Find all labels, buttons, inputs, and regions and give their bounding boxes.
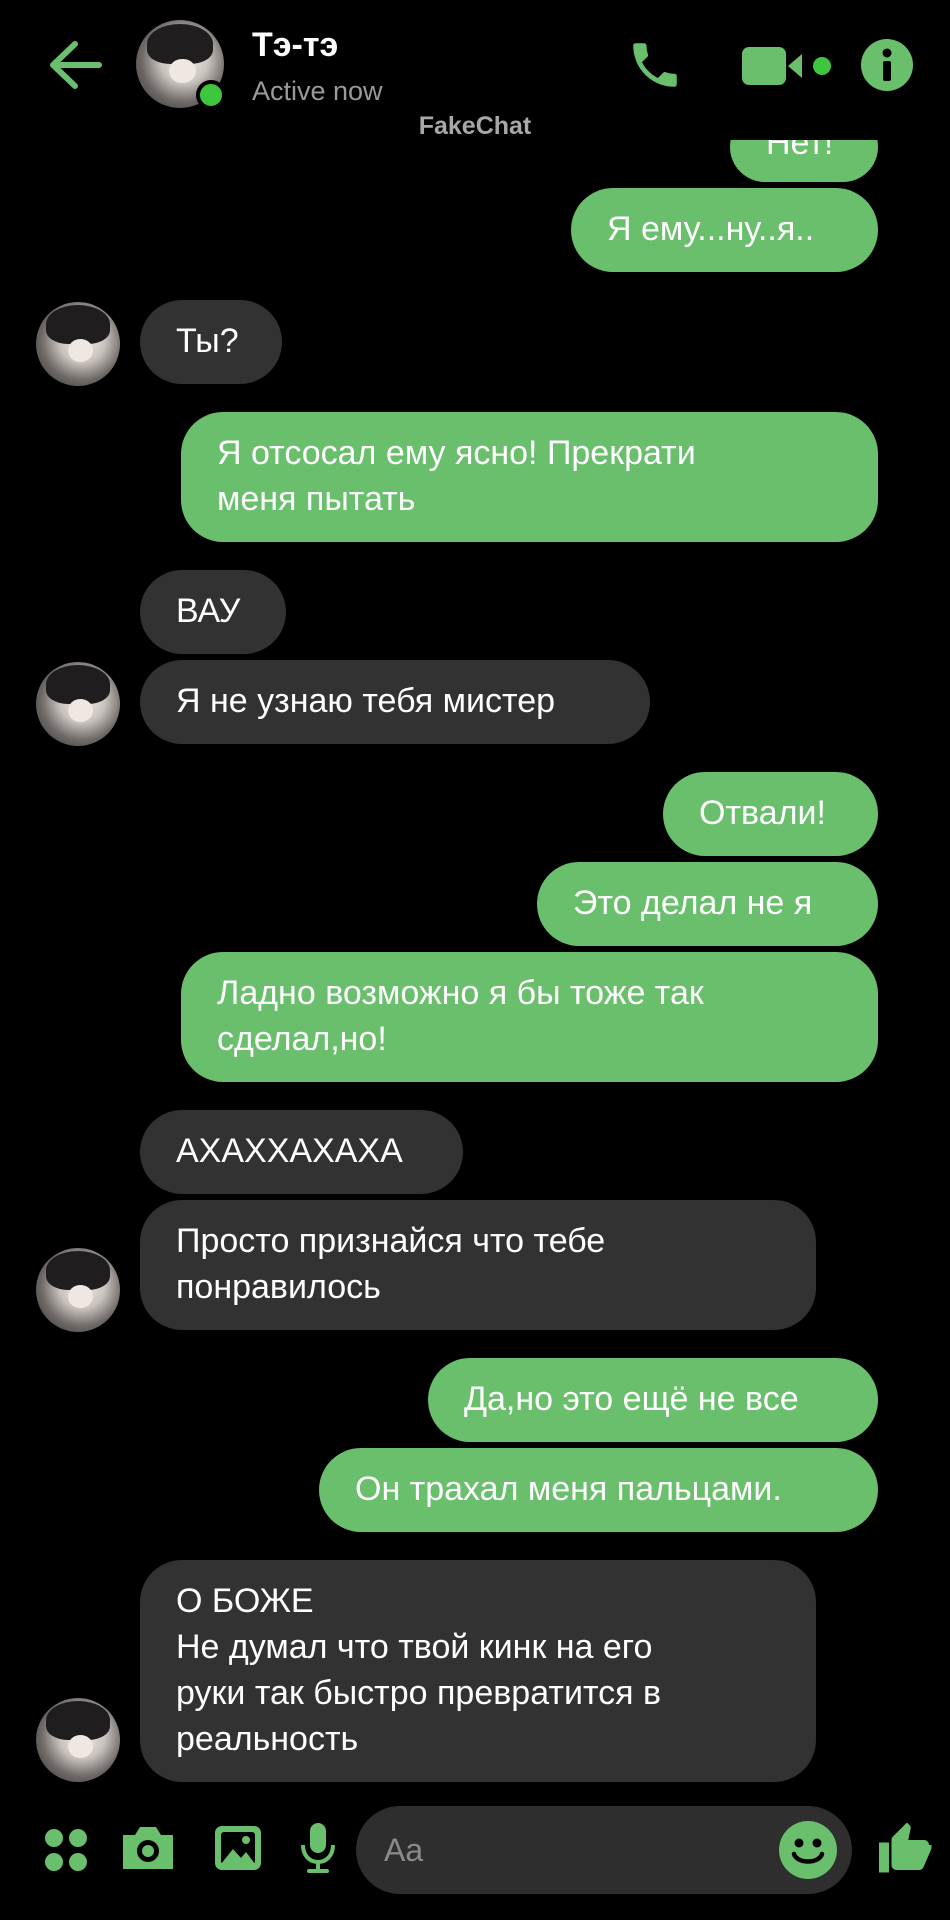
thumbs-up-icon [879,1822,932,1873]
menu-button[interactable] [34,1818,98,1882]
contact-message-avatar [36,662,120,746]
emoji-button[interactable] [774,1816,842,1884]
back-button[interactable] [40,30,110,100]
video-call-button[interactable] [736,36,836,96]
message-bubble-outgoing[interactable]: Да,но это ещё не все [428,1358,878,1442]
avatar-image [36,1698,120,1782]
message-bubble-outgoing[interactable]: Он трахал меня пальцами. [319,1448,878,1532]
microphone-icon [301,1823,335,1873]
image-icon [215,1826,261,1870]
contact-message-avatar [36,1698,120,1782]
smiley-icon [779,1821,837,1879]
gallery-button[interactable] [206,1816,270,1880]
video-camera-icon [742,47,831,85]
message-bubble-incoming[interactable]: Я не узнаю тебя мистер [140,660,650,744]
message-bubble-incoming[interactable]: О БОЖЕ Не думал что твой кинк на его рук… [140,1560,816,1782]
message-bubble-incoming[interactable]: АХАХХАХАХА [140,1110,463,1194]
camera-icon [123,1827,173,1869]
phone-icon [633,43,677,87]
message-input[interactable] [384,1828,764,1872]
voice-button[interactable] [286,1816,350,1880]
info-button[interactable] [856,30,918,100]
camera-button[interactable] [116,1816,180,1880]
message-bubble-incoming[interactable]: Ты? [140,300,282,384]
message-bubble-outgoing[interactable]: Это делал не я [537,862,878,946]
contact-message-avatar [36,302,120,386]
avatar-image [36,302,120,386]
contact-message-avatar [36,1248,120,1332]
contact-avatar[interactable] [136,20,226,110]
chat-screen: Тэ-тэ Active now FakeChat Нет! Я ему...н… [0,0,950,1920]
message-bubble-outgoing[interactable]: Отвали! [663,772,878,856]
message-bubble-outgoing[interactable]: Ладно возможно я бы тоже так сделал,но! [181,952,878,1082]
four-dots-icon [45,1829,87,1871]
like-button[interactable] [868,1814,940,1886]
contact-name[interactable]: Тэ-тэ [252,26,338,65]
avatar-image [36,662,120,746]
message-input-container [356,1806,852,1894]
message-composer [0,1790,950,1910]
contact-status: Active now [252,76,383,106]
watermark: FakeChat [418,112,532,140]
call-button[interactable] [620,30,690,100]
message-bubble-outgoing[interactable]: Я ему...ну..я.. [571,188,878,272]
info-icon [861,39,913,91]
online-indicator [196,80,226,110]
avatar-image [36,1248,120,1332]
message-bubble-outgoing[interactable]: Я отсосал ему ясно! Прекрати меня пытать [181,412,878,542]
message-bubble-incoming[interactable]: ВАУ [140,570,286,654]
arrow-left-icon [50,41,102,89]
message-bubble-incoming[interactable]: Просто признайся что тебе понравилось [140,1200,816,1330]
